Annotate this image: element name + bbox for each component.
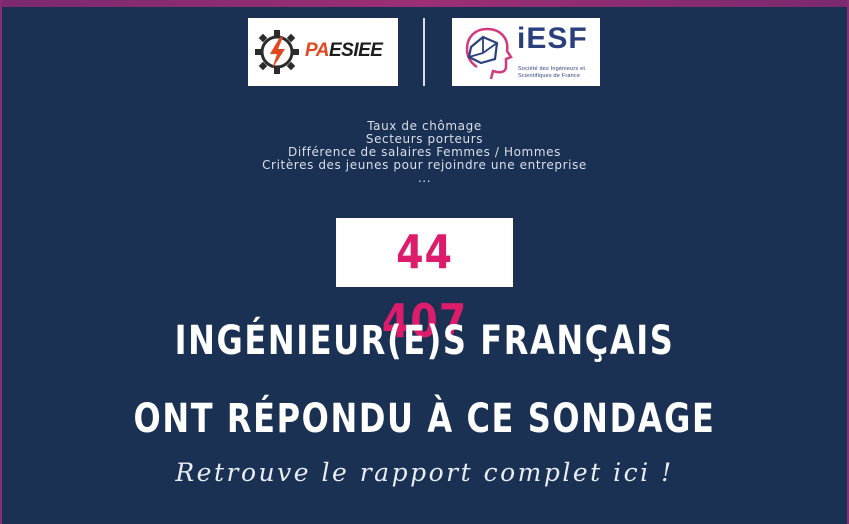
headline-line-1: INGÉNIEUR(E)S FRANÇAIS bbox=[174, 318, 675, 364]
top-decorative-strip bbox=[0, 0, 849, 7]
esiee-wordmark: ESIEE bbox=[328, 40, 383, 61]
iesf-wordmark: iESF bbox=[517, 22, 588, 55]
headline-line-2: ONT RÉPONDU À CE SONDAGE bbox=[133, 396, 716, 442]
survey-topics-list: Taux de chômage Secteurs porteurs Différ… bbox=[0, 120, 849, 185]
iesf-logo: iESF Société des Ingénieurs et Scientifi… bbox=[452, 18, 600, 86]
gear-lightning-icon bbox=[255, 30, 299, 74]
pa-esiee-wordmark: PAESIEE bbox=[305, 40, 383, 62]
pa-esiee-logo: PAESIEE bbox=[248, 18, 398, 86]
head-profile-icon bbox=[465, 27, 513, 80]
logo-divider bbox=[423, 18, 425, 86]
pa-wordmark-accent: PA bbox=[305, 40, 329, 61]
iesf-subtitle: Société des Ingénieurs et Scientifiques … bbox=[518, 66, 598, 79]
respondent-count-badge: 44 407 bbox=[336, 218, 513, 348]
iesf-subtitle-line: Scientifiques de France bbox=[518, 72, 581, 79]
full-report-link[interactable]: Retrouve le rapport complet ici ! bbox=[0, 458, 849, 487]
topic-item-ellipsis: ... bbox=[417, 171, 432, 185]
respondent-count: 44 407 bbox=[381, 225, 468, 348]
left-border-strip bbox=[0, 0, 2, 524]
